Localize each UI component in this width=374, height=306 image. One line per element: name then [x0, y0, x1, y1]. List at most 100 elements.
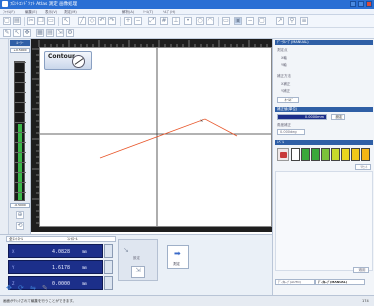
maximize-button[interactable] — [358, 1, 364, 7]
label-y-axis[interactable]: Y軸 — [281, 63, 287, 68]
shape-icon[interactable]: ◇ — [88, 17, 96, 25]
top-ruler — [31, 39, 272, 47]
dro-x-zero-button[interactable] — [104, 244, 113, 258]
level-bar — [351, 148, 360, 161]
measure-start-button[interactable]: ➡ 測定 — [167, 245, 189, 269]
meter-tick — [15, 82, 26, 83]
close-button[interactable] — [366, 1, 372, 7]
meter-tick — [15, 162, 26, 163]
apply-button[interactable]: 適用 — [353, 267, 369, 273]
hold-button[interactable]: ﾎｰﾙﾄﾞ — [277, 97, 299, 103]
settings-icon[interactable]: ⚙ — [66, 29, 74, 37]
save-icon[interactable]: ▤ — [13, 17, 21, 25]
rotate-icon[interactable]: ⟳ — [18, 284, 24, 292]
chart-tool-icon[interactable]: ↗ — [276, 17, 284, 25]
tab-data-loop-auto[interactable]: ﾃﾞｰﾀﾙｰﾌﾟ(AUTO) — [275, 279, 315, 285]
frame-tool-icon[interactable]: ▢ — [258, 17, 266, 25]
correction-value-field[interactable]: 0.0000mm — [277, 114, 327, 120]
middle-control-group: ↘ 設定 ⇲ — [118, 239, 158, 281]
left-ruler — [31, 47, 39, 232]
status-text: 画面がｸﾘｯｸされて編集を行うことができます。 — [3, 299, 77, 303]
reset-button[interactable]: ﾘｾｯﾄ — [355, 164, 371, 170]
secondary-toolbar: ✎ ↖ ✥ ▦ ▤ ⇲ ⚙ — [0, 28, 374, 39]
capture-button[interactable]: ⇲ — [131, 266, 145, 278]
right-panel: ﾃﾞｰﾀﾙｰﾌﾟ(MANUAL) 測定点 X軸 Y軸 補正方法 X補正 Y補正 … — [272, 39, 374, 295]
label-measure-point: 測定点 — [277, 48, 288, 52]
ruler-bottom-value: -0.5000 — [10, 203, 30, 208]
copy-icon[interactable]: ❐ — [37, 17, 45, 25]
label-x-axis[interactable]: X軸 — [281, 56, 287, 61]
open-icon[interactable]: ▢ — [3, 17, 11, 25]
pen-icon[interactable]: ✎ — [3, 29, 11, 37]
level-bar — [361, 148, 370, 161]
dro-z-zero-button[interactable] — [104, 276, 113, 290]
contour-canvas[interactable]: × Contour — [39, 47, 272, 227]
app-icon — [2, 1, 8, 7]
label-x-correction[interactable]: X補正 — [281, 82, 290, 87]
correction-value-header: 補正値(単位) — [275, 107, 373, 112]
select-icon[interactable]: ↖ — [13, 29, 21, 37]
level-bar — [291, 148, 300, 161]
level-bar — [321, 148, 330, 161]
cut-icon[interactable]: ✂ — [27, 17, 35, 25]
meter-tick — [15, 122, 26, 123]
meter-tick — [15, 172, 26, 173]
paste-icon[interactable]: ▭ — [47, 17, 55, 25]
status-bar: 画面がｸﾘｯｸされて編集を行うことができます。 174 — [0, 295, 374, 306]
reset-icon[interactable]: ⟲ — [16, 222, 24, 230]
meter-tick — [15, 102, 26, 103]
report-icon[interactable]: ▤ — [46, 29, 54, 37]
circle-tool-icon[interactable]: ○ — [196, 17, 204, 25]
middle-button-label: 設定 — [133, 256, 140, 260]
window-tool-icon[interactable]: ▣ — [234, 17, 242, 25]
dro-y-axis: Y — [12, 265, 15, 270]
meter-tick — [15, 182, 26, 183]
zoom-out-icon[interactable]: − — [134, 17, 142, 25]
level-bar — [331, 148, 340, 161]
flip-icon[interactable]: ⇋ — [30, 284, 36, 292]
minus-tool-icon[interactable]: − — [246, 17, 254, 25]
move-icon[interactable]: ✥ — [23, 29, 31, 37]
dro-y: Y 1.6178 mm — [8, 260, 103, 274]
angle-correction-label: 角度補正 — [277, 123, 291, 127]
move-cross-icon[interactable]: ✥ — [6, 284, 12, 292]
meter-tick — [15, 62, 26, 63]
angle-correction-field[interactable]: 0.000deg — [277, 129, 305, 135]
filter-tool-icon[interactable]: ⚲ — [288, 17, 296, 25]
point-icon[interactable]: • — [184, 17, 192, 25]
control-selector[interactable]: 全ｺﾝﾄﾛｰﾙ ｺﾝﾄﾛｰﾙ — [6, 236, 116, 242]
tab-data-loop-manual[interactable]: ﾃﾞｰﾀﾙｰﾌﾟ(MANUAL) — [315, 279, 365, 285]
redo-icon[interactable]: ↷ — [108, 17, 116, 25]
line-icon[interactable]: ╱ — [78, 17, 86, 25]
meter-tick — [15, 142, 26, 143]
undo-icon[interactable]: ↶ — [98, 17, 106, 25]
rect-tool-icon[interactable]: ▭ — [222, 17, 230, 25]
level-meter — [14, 61, 26, 201]
label-y-correction[interactable]: Y補正 — [281, 89, 290, 94]
zoom-in-icon[interactable]: + — [124, 17, 132, 25]
ruler-panel: ﾙｰﾗｰ +0.5000 -0.5000 ⊕ ⟲ — [9, 39, 31, 234]
meter-tick — [15, 112, 26, 113]
export-icon[interactable]: ⇲ — [56, 29, 64, 37]
grid-icon[interactable]: # — [160, 17, 168, 25]
edit-icon[interactable]: ✎ — [42, 284, 48, 292]
dro-x-value: 4.0828 — [52, 249, 71, 255]
correction-set-button[interactable]: 設定 — [331, 114, 345, 120]
arc-tool-icon[interactable]: ◠ — [206, 17, 214, 25]
list-tool-icon[interactable]: ≡ — [300, 17, 308, 25]
cursor-icon[interactable]: ↖ — [62, 17, 70, 25]
dro-z-unit: mm — [82, 281, 87, 286]
dro-y-zero-button[interactable] — [104, 260, 113, 274]
minimize-button[interactable] — [350, 1, 356, 7]
level-bar — [341, 148, 350, 161]
control-selector-label: 全ｺﾝﾄﾛｰﾙ — [9, 237, 23, 241]
measure-icon[interactable]: ⊥ — [172, 17, 180, 25]
fit-icon[interactable]: ⤢ — [148, 17, 156, 25]
dro-x-axis: X — [12, 249, 15, 254]
level-indicator-icon — [277, 148, 289, 161]
zoom-icon[interactable]: ⊕ — [16, 211, 24, 219]
table-icon[interactable]: ▦ — [36, 29, 44, 37]
ruler-top-value: +0.5000 — [10, 48, 30, 53]
canvas-title-badge: Contour — [44, 51, 92, 70]
probe-icon — [72, 55, 85, 68]
